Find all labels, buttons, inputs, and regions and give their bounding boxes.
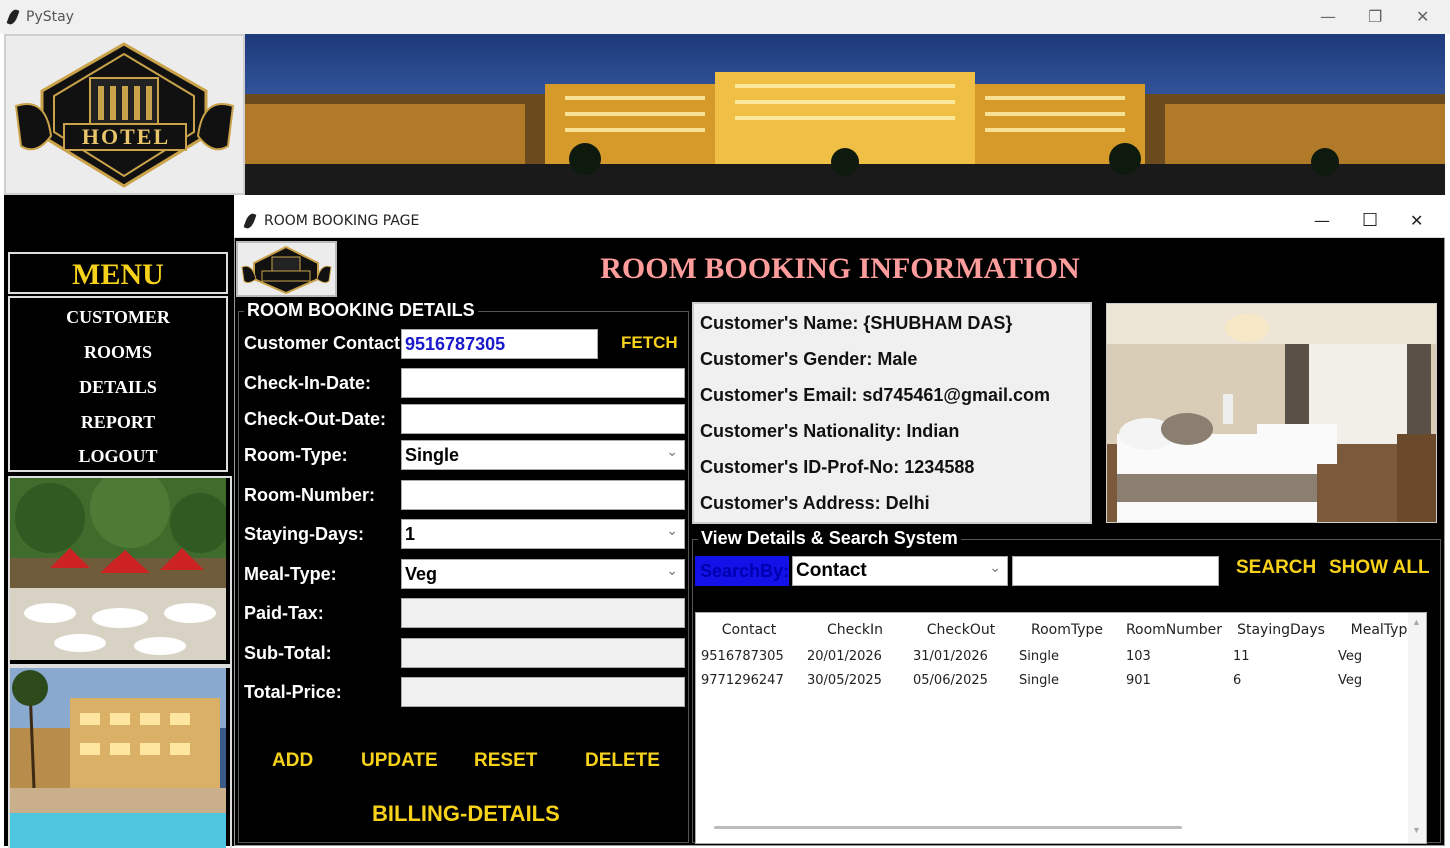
menu-item-rooms[interactable]: ROOMS bbox=[10, 342, 226, 363]
hotel-logo-text: HOTEL bbox=[81, 124, 171, 149]
total-price-field bbox=[401, 677, 685, 707]
paid-tax-label: Paid-Tax: bbox=[244, 603, 324, 623]
search-input[interactable] bbox=[1012, 556, 1219, 586]
table-cell: Veg bbox=[1338, 673, 1363, 688]
table-cell: 31/01/2026 bbox=[913, 649, 988, 664]
room-type-select[interactable]: Single bbox=[401, 437, 685, 470]
menu-item-report[interactable]: REPORT bbox=[10, 412, 226, 433]
check-in-date-label: Check-In-Date: bbox=[244, 373, 372, 393]
table-vertical-scrollbar[interactable]: ▲ ▼ bbox=[1408, 613, 1426, 843]
menu-item-logout[interactable]: LOGOUT bbox=[10, 446, 226, 467]
meal-type-select[interactable]: Veg bbox=[401, 556, 685, 589]
table-cell: 6 bbox=[1233, 673, 1242, 688]
table-cell: 901 bbox=[1126, 673, 1151, 688]
hotel-logo-icon bbox=[14, 42, 235, 188]
booking-minimize-button[interactable]: — bbox=[1314, 211, 1330, 230]
room-number-label: Room-Number: bbox=[244, 485, 375, 505]
customer-gender: Customer's Gender: Male bbox=[700, 349, 918, 369]
table-cell: 11 bbox=[1233, 649, 1250, 664]
table-cell: 20/01/2026 bbox=[807, 649, 882, 664]
resort-pool-photo bbox=[8, 666, 232, 848]
column-header-roomnumber[interactable]: RoomNumber bbox=[1120, 613, 1229, 643]
table-cell: Single bbox=[1019, 673, 1059, 688]
scroll-down-icon[interactable]: ▼ bbox=[1412, 825, 1421, 835]
hotel-banner-image bbox=[245, 34, 1445, 195]
table-cell: 05/06/2025 bbox=[913, 673, 988, 688]
show-all-button[interactable]: SHOW ALL bbox=[1329, 557, 1430, 579]
column-header-checkout[interactable]: CheckOut bbox=[908, 613, 1015, 643]
total-price-label: Total-Price: bbox=[244, 682, 342, 702]
feather-app-icon bbox=[243, 212, 257, 230]
booking-maximize-button[interactable]: ☐ bbox=[1362, 210, 1378, 231]
scroll-up-icon[interactable]: ▲ bbox=[1412, 617, 1421, 627]
column-header-roomtype[interactable]: RoomType bbox=[1014, 613, 1121, 643]
meal-type-label: Meal-Type: bbox=[244, 564, 337, 584]
paid-tax-field bbox=[401, 598, 685, 628]
menu-item-details[interactable]: DETAILS bbox=[10, 377, 226, 398]
search-by-select[interactable]: Contact bbox=[792, 553, 1008, 586]
sub-total-field bbox=[401, 638, 685, 668]
main-title-bar: PyStay — ❐ ✕ bbox=[0, 0, 1450, 34]
staying-days-label: Staying-Days: bbox=[244, 524, 365, 544]
search-by-label: SearchBy: bbox=[695, 556, 789, 586]
customer-contact-label: Customer Contact: bbox=[244, 333, 407, 353]
room-type-label: Room-Type: bbox=[244, 445, 348, 465]
restaurant-photo bbox=[8, 476, 232, 666]
booking-window-title-bar: ROOM BOOKING PAGE — ☐ ✕ bbox=[234, 204, 1445, 238]
column-header-contact[interactable]: Contact bbox=[696, 613, 803, 643]
table-cell: Single bbox=[1019, 649, 1059, 664]
update-button[interactable]: UPDATE bbox=[361, 750, 438, 772]
check-out-date-input[interactable] bbox=[401, 404, 685, 434]
check-in-date-input[interactable] bbox=[401, 368, 685, 398]
table-cell: 103 bbox=[1126, 649, 1151, 664]
delete-button[interactable]: DELETE bbox=[585, 750, 660, 772]
reset-button[interactable]: RESET bbox=[474, 750, 537, 772]
booking-hotel-logo bbox=[236, 241, 337, 297]
customer-nationality: Customer's Nationality: Indian bbox=[700, 421, 960, 441]
customer-id-proof: Customer's ID-Prof-No: 1234588 bbox=[700, 457, 975, 477]
booking-table[interactable]: Contact CheckIn CheckOut RoomType RoomNu… bbox=[695, 612, 1427, 844]
customer-name: Customer's Name: {SHUBHAM DAS} bbox=[700, 313, 1013, 333]
close-button[interactable]: ✕ bbox=[1416, 7, 1429, 26]
fetch-button[interactable]: FETCH bbox=[621, 333, 678, 353]
restore-button[interactable]: ❐ bbox=[1368, 7, 1382, 26]
menu-item-customer[interactable]: CUSTOMER bbox=[10, 307, 226, 328]
table-cell: Veg bbox=[1338, 649, 1363, 664]
customer-address: Customer's Address: Delhi bbox=[700, 493, 930, 513]
booking-details-group-label: ROOM BOOKING DETAILS bbox=[244, 300, 478, 321]
staying-days-spinbox[interactable]: 1 bbox=[401, 516, 685, 549]
column-header-stayingdays[interactable]: StayingDays bbox=[1228, 613, 1335, 643]
booking-window-title: ROOM BOOKING PAGE bbox=[264, 213, 420, 229]
search-button[interactable]: SEARCH bbox=[1236, 557, 1316, 579]
customer-email: Customer's Email: sd745461@gmail.com bbox=[700, 385, 1050, 405]
billing-details-button[interactable]: BILLING-DETAILS bbox=[372, 801, 560, 827]
menu-title: MENU bbox=[8, 252, 228, 294]
booking-close-button[interactable]: ✕ bbox=[1410, 211, 1423, 230]
table-cell: 30/05/2025 bbox=[807, 673, 882, 688]
hotel-logo: HOTEL bbox=[4, 34, 245, 195]
customer-contact-input[interactable]: 9516787305 bbox=[401, 329, 598, 359]
table-cell: 9771296247 bbox=[701, 673, 784, 688]
minimize-button[interactable]: — bbox=[1320, 7, 1336, 26]
customer-info-panel: Customer's Name: {SHUBHAM DAS} Customer'… bbox=[692, 302, 1092, 524]
page-title: ROOM BOOKING INFORMATION bbox=[600, 252, 1080, 285]
feather-app-icon bbox=[6, 8, 20, 26]
room-photo bbox=[1106, 303, 1437, 523]
add-button[interactable]: ADD bbox=[272, 750, 313, 772]
menu-list: CUSTOMER ROOMS DETAILS REPORT LOGOUT bbox=[8, 296, 228, 472]
table-cell: 9516787305 bbox=[701, 649, 784, 664]
app-title: PyStay bbox=[26, 9, 74, 25]
table-horizontal-scrollbar[interactable] bbox=[714, 826, 1182, 829]
check-out-date-label: Check-Out-Date: bbox=[244, 409, 387, 429]
hotel-logo-icon bbox=[241, 245, 332, 295]
room-number-input[interactable] bbox=[401, 480, 685, 510]
column-header-checkin[interactable]: CheckIn bbox=[802, 613, 909, 643]
search-group-label: View Details & Search System bbox=[698, 528, 961, 549]
sub-total-label: Sub-Total: bbox=[244, 643, 332, 663]
